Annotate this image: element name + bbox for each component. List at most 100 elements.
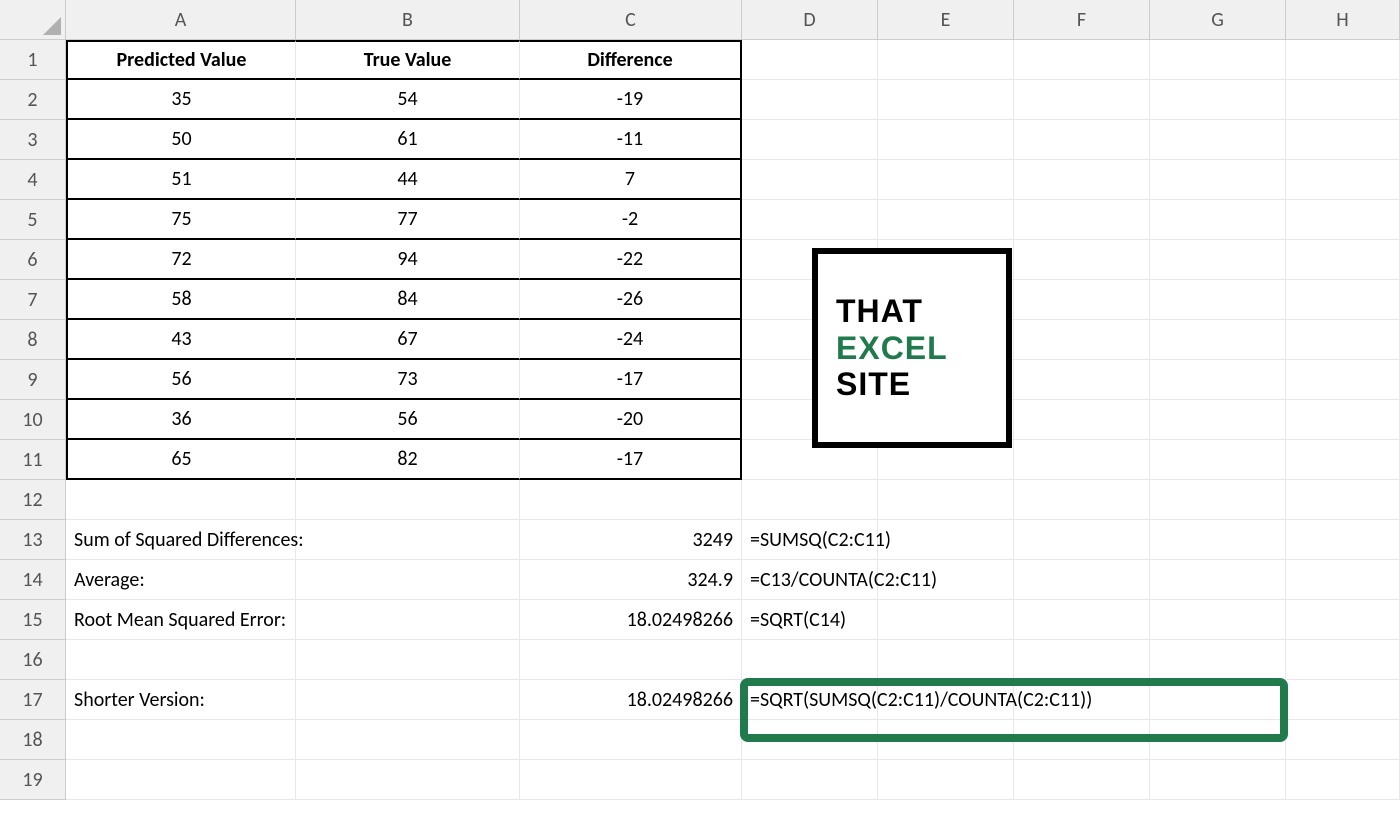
cell-F10[interactable] [1014,400,1150,440]
cell-C16[interactable] [520,640,742,680]
spreadsheet-grid[interactable]: A B C D E F G H 1 Predicted Value True V… [0,0,1400,800]
cell-E2[interactable] [878,80,1014,120]
cell-F12[interactable] [1014,480,1150,520]
cell-G3[interactable] [1150,120,1286,160]
cell-E4[interactable] [878,160,1014,200]
cell-E15[interactable] [878,600,1014,640]
select-all-corner[interactable] [0,0,66,40]
col-header-D[interactable]: D [742,0,878,40]
cell-G16[interactable] [1150,640,1286,680]
cell-D16[interactable] [742,640,878,680]
cell-G11[interactable] [1150,440,1286,480]
cell-C8[interactable]: -24 [520,320,742,360]
cell-C10[interactable]: -20 [520,400,742,440]
cell-A1[interactable]: Predicted Value [66,40,296,80]
cell-A7[interactable]: 58 [66,280,296,320]
row-header-16[interactable]: 16 [0,640,66,680]
row-header-18[interactable]: 18 [0,720,66,760]
row-header-1[interactable]: 1 [0,40,66,80]
cell-G8[interactable] [1150,320,1286,360]
col-header-H[interactable]: H [1286,0,1400,40]
cell-E5[interactable] [878,200,1014,240]
cell-C9[interactable]: -17 [520,360,742,400]
cell-H18[interactable] [1286,720,1400,760]
cell-B16[interactable] [296,640,520,680]
cell-A9[interactable]: 56 [66,360,296,400]
cell-G4[interactable] [1150,160,1286,200]
cell-C3[interactable]: -11 [520,120,742,160]
cell-H7[interactable] [1286,280,1400,320]
cell-B8[interactable]: 67 [296,320,520,360]
cell-D3[interactable] [742,120,878,160]
cell-H14[interactable] [1286,560,1400,600]
cell-H12[interactable] [1286,480,1400,520]
cell-D4[interactable] [742,160,878,200]
cell-E3[interactable] [878,120,1014,160]
cell-A6[interactable]: 72 [66,240,296,280]
cell-D14[interactable]: =C13/COUNTA(C2:C11) [742,560,878,600]
cell-G19[interactable] [1150,760,1286,800]
cell-B9[interactable]: 73 [296,360,520,400]
row-header-19[interactable]: 19 [0,760,66,800]
cell-D18[interactable] [742,720,878,760]
cell-A2[interactable]: 35 [66,80,296,120]
cell-A15[interactable]: Root Mean Squared Error: [66,600,296,640]
cell-H4[interactable] [1286,160,1400,200]
cell-H9[interactable] [1286,360,1400,400]
cell-B6[interactable]: 94 [296,240,520,280]
row-header-15[interactable]: 15 [0,600,66,640]
col-header-C[interactable]: C [520,0,742,40]
row-header-10[interactable]: 10 [0,400,66,440]
cell-E1[interactable] [878,40,1014,80]
col-header-A[interactable]: A [66,0,296,40]
cell-C14[interactable]: 324.9 [520,560,742,600]
cell-A17[interactable]: Shorter Version: [66,680,296,720]
cell-G2[interactable] [1150,80,1286,120]
cell-C11[interactable]: -17 [520,440,742,480]
cell-H10[interactable] [1286,400,1400,440]
row-header-7[interactable]: 7 [0,280,66,320]
cell-F2[interactable] [1014,80,1150,120]
cell-B7[interactable]: 84 [296,280,520,320]
cell-D19[interactable] [742,760,878,800]
cell-B4[interactable]: 44 [296,160,520,200]
cell-B19[interactable] [296,760,520,800]
cell-H11[interactable] [1286,440,1400,480]
row-header-4[interactable]: 4 [0,160,66,200]
cell-C19[interactable] [520,760,742,800]
row-header-12[interactable]: 12 [0,480,66,520]
cell-B10[interactable]: 56 [296,400,520,440]
cell-C4[interactable]: 7 [520,160,742,200]
cell-B17[interactable] [296,680,520,720]
cell-G9[interactable] [1150,360,1286,400]
cell-B12[interactable] [296,480,520,520]
cell-A5[interactable]: 75 [66,200,296,240]
cell-G7[interactable] [1150,280,1286,320]
cell-E13[interactable] [878,520,1014,560]
cell-A8[interactable]: 43 [66,320,296,360]
cell-H8[interactable] [1286,320,1400,360]
cell-G14[interactable] [1150,560,1286,600]
cell-F8[interactable] [1014,320,1150,360]
cell-A10[interactable]: 36 [66,400,296,440]
cell-H1[interactable] [1286,40,1400,80]
cell-C6[interactable]: -22 [520,240,742,280]
cell-H2[interactable] [1286,80,1400,120]
cell-G15[interactable] [1150,600,1286,640]
cell-H15[interactable] [1286,600,1400,640]
cell-A3[interactable]: 50 [66,120,296,160]
cell-C18[interactable] [520,720,742,760]
cell-F13[interactable] [1014,520,1150,560]
cell-F9[interactable] [1014,360,1150,400]
row-header-3[interactable]: 3 [0,120,66,160]
cell-F15[interactable] [1014,600,1150,640]
row-header-17[interactable]: 17 [0,680,66,720]
cell-F7[interactable] [1014,280,1150,320]
cell-C15[interactable]: 18.02498266 [520,600,742,640]
cell-F19[interactable] [1014,760,1150,800]
cell-A16[interactable] [66,640,296,680]
row-header-11[interactable]: 11 [0,440,66,480]
cell-D15[interactable]: =SQRT(C14) [742,600,878,640]
col-header-G[interactable]: G [1150,0,1286,40]
cell-E16[interactable] [878,640,1014,680]
